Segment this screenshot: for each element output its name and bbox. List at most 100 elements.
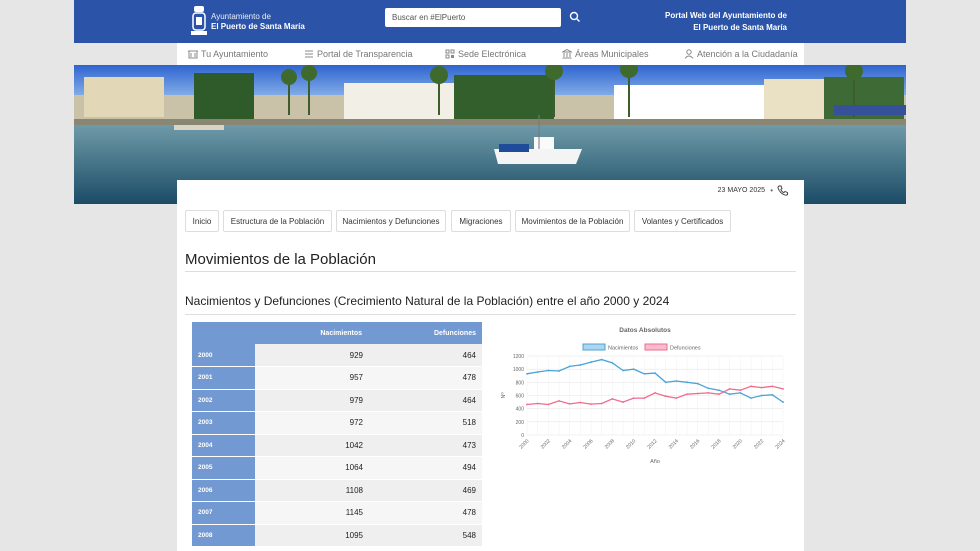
coat-of-arms-logo[interactable] — [190, 5, 208, 37]
year-cell: 2007 — [192, 501, 255, 525]
y-tick-label: 1200 — [513, 354, 524, 360]
nav-item-label: Sede Electrónica — [458, 49, 527, 59]
data-point — [750, 385, 752, 388]
portal-title: Portal Web del Ayuntamiento de El Puerto… — [665, 10, 787, 34]
data-point — [750, 397, 752, 400]
phone-icon[interactable] — [777, 185, 788, 196]
x-tick-label: 2010 — [625, 438, 637, 450]
y-tick-label: 0 — [521, 433, 524, 439]
data-point — [526, 372, 528, 375]
bank-icon — [562, 49, 572, 59]
x-tick-label: 2022 — [753, 438, 765, 450]
nav-item-ayuntamiento[interactable]: Tu Ayuntamiento — [188, 49, 268, 59]
tab-estructura[interactable]: Estructura de la Población — [223, 210, 332, 232]
section-divider — [185, 314, 796, 315]
data-point — [696, 382, 699, 385]
tab-inicio[interactable]: Inicio — [185, 210, 219, 232]
tab-movimientos[interactable]: Movimientos de la Población — [515, 210, 630, 232]
data-point — [536, 402, 539, 405]
page-title: Movimientos de la Población — [185, 251, 376, 268]
nav-item-sede[interactable]: Sede Electrónica — [445, 49, 526, 59]
year-cell: 2006 — [192, 479, 255, 502]
nacimientos-cell: 972 — [255, 411, 363, 435]
tab-migraciones[interactable]: Migraciones — [451, 210, 511, 232]
title-divider — [185, 271, 796, 272]
births-deaths-table: Nacimientos Defunciones 2000 929 464 200… — [192, 322, 482, 547]
nav-item-atencion[interactable]: Atención a la Ciudadanía — [684, 49, 798, 59]
year-cell: 2000 — [192, 344, 255, 367]
table-row: 2001 957 478 — [192, 366, 482, 390]
nacimientos-cell: 1064 — [255, 456, 363, 480]
y-tick-label: 1000 — [513, 367, 524, 373]
x-tick-label: 2000 — [518, 438, 530, 450]
nacimientos-cell: 957 — [255, 366, 363, 390]
data-point — [579, 401, 582, 404]
data-point — [622, 401, 624, 403]
nav-item-transparencia[interactable]: Portal de Transparencia — [304, 49, 413, 59]
nav-item-label: Portal de Transparencia — [317, 49, 413, 59]
year-cell: 2002 — [192, 389, 255, 412]
nav-item-label: Atención a la Ciudadanía — [697, 49, 798, 59]
data-point — [771, 385, 774, 388]
legend-label: Nacimientos — [608, 346, 639, 352]
data-point — [579, 364, 582, 366]
data-point — [739, 389, 742, 392]
data-point — [728, 388, 731, 390]
table-row: 2000 929 464 — [192, 344, 482, 367]
data-point — [718, 389, 720, 392]
date-bar: 23 MAYO 2025 • — [177, 180, 804, 202]
data-point — [526, 403, 528, 406]
legend-swatch — [644, 343, 668, 351]
y-tick-label: 200 — [516, 420, 525, 426]
tab-volantes[interactable]: Volantes y Certificados — [634, 210, 731, 232]
defunciones-cell: 548 — [363, 524, 482, 547]
data-point — [654, 391, 656, 394]
search-input[interactable]: Buscar en #ElPuerto — [385, 8, 561, 27]
data-point — [568, 402, 571, 405]
data-point — [643, 397, 646, 400]
nacimientos-cell: 1042 — [255, 434, 363, 457]
column-header-year — [192, 322, 255, 344]
column-header-nacimientos: Nacimientos — [255, 322, 363, 344]
x-tick-label: 2012 — [646, 438, 658, 450]
data-point — [600, 402, 603, 405]
data-point — [686, 393, 688, 396]
search-icon[interactable] — [568, 10, 582, 24]
x-tick-label: 2018 — [710, 438, 722, 450]
line-chart: Datos AbsolutosNacimientos Defunciones020… — [500, 327, 787, 465]
data-point — [654, 372, 656, 375]
year-cell: 2004 — [192, 434, 255, 457]
y-axis-label: Nº — [500, 393, 507, 399]
portal-line1: Portal Web del Ayuntamiento de — [665, 11, 787, 20]
y-tick-label: 600 — [516, 394, 525, 400]
main-nav: Tu Ayuntamiento Portal de Transparencia … — [177, 43, 804, 65]
nacimientos-cell: 929 — [255, 344, 363, 367]
data-point — [707, 391, 710, 394]
data-point — [590, 361, 592, 363]
data-point — [568, 365, 571, 368]
table-row: 2008 1095 548 — [192, 524, 482, 547]
current-date: 23 MAYO 2025 — [717, 187, 765, 194]
data-point — [771, 393, 774, 396]
defunciones-cell: 494 — [363, 456, 482, 480]
data-point — [547, 369, 550, 372]
year-cell: 2003 — [192, 411, 255, 435]
defunciones-cell: 464 — [363, 389, 482, 412]
data-point — [611, 398, 614, 400]
x-tick-label: 2014 — [668, 438, 680, 450]
data-point — [558, 370, 560, 372]
nav-item-areas[interactable]: Áreas Municipales — [562, 49, 649, 59]
tab-nacimientos[interactable]: Nacimientos y Defunciones — [336, 210, 446, 232]
brand-line1: Ayuntamiento de — [211, 12, 271, 21]
data-point — [739, 391, 742, 394]
data-point — [664, 395, 667, 398]
data-point — [782, 401, 784, 403]
table-row: 2004 1042 473 — [192, 434, 482, 457]
section-title: Nacimientos y Defunciones (Crecimiento N… — [185, 294, 670, 308]
brand-name[interactable]: Ayuntamiento de El Puerto de Santa María — [211, 12, 305, 32]
data-point — [686, 381, 688, 384]
defunciones-cell: 478 — [363, 366, 482, 390]
defunciones-cell: 473 — [363, 434, 482, 457]
data-point — [558, 399, 560, 402]
nacimientos-cell: 979 — [255, 389, 363, 412]
